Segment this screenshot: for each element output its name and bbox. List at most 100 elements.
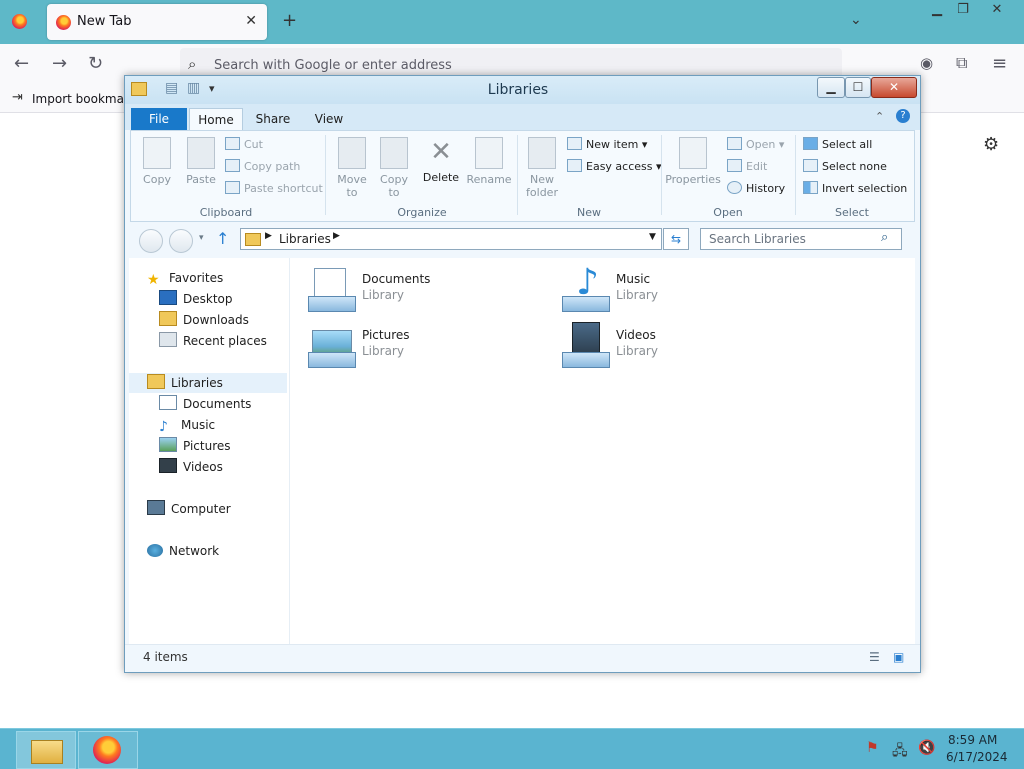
- copy-icon: [143, 137, 171, 169]
- edit-button[interactable]: Edit: [727, 157, 767, 177]
- taskbar-file-explorer[interactable]: [16, 731, 76, 769]
- nav-libraries[interactable]: Libraries: [129, 373, 287, 393]
- refresh-icon[interactable]: ⇆: [663, 228, 689, 250]
- videos-library-icon: [562, 322, 610, 370]
- invert-selection-icon: [803, 181, 818, 194]
- library-item-music[interactable]: ♪ Music Library: [562, 262, 792, 316]
- address-box[interactable]: ▶ Libraries ▶ ▼: [240, 228, 662, 250]
- up-arrow-icon[interactable]: ↑: [216, 229, 229, 248]
- library-item-pictures[interactable]: Pictures Library: [308, 322, 538, 372]
- nav-music[interactable]: ♪ Music: [129, 415, 317, 435]
- details-view-icon[interactable]: ☰: [869, 650, 880, 664]
- nav-desktop[interactable]: Desktop: [129, 289, 317, 309]
- cut-button[interactable]: Cut: [225, 135, 263, 155]
- status-bar: 4 items ☰ ▣: [125, 644, 920, 671]
- paste-button[interactable]: Paste: [181, 137, 221, 186]
- list-tabs-chevron-icon[interactable]: ⌄: [850, 12, 862, 28]
- minimize-button[interactable]: ▁: [817, 77, 845, 98]
- breadcrumb-chevron-icon[interactable]: ▶: [333, 231, 340, 241]
- collapse-ribbon-icon[interactable]: ⌃: [875, 110, 884, 123]
- nav-recent-places[interactable]: Recent places: [129, 331, 317, 351]
- gear-icon[interactable]: ⚙: [983, 134, 999, 155]
- help-icon[interactable]: ?: [896, 109, 910, 123]
- nav-network[interactable]: Network: [129, 541, 305, 561]
- action-center-flag-icon[interactable]: ⚑: [866, 740, 879, 756]
- browser-tab[interactable]: New Tab ✕: [47, 4, 267, 40]
- firefox-icon: [93, 736, 121, 764]
- window-title: Libraries: [487, 82, 549, 98]
- file-explorer-icon: [31, 740, 63, 764]
- tab-share[interactable]: Share: [247, 108, 299, 130]
- clock-date[interactable]: 6/17/2024: [946, 750, 1008, 764]
- open-button[interactable]: Open ▾: [727, 135, 784, 155]
- tab-file[interactable]: File: [131, 108, 187, 130]
- pocket-icon[interactable]: ◉: [920, 54, 933, 72]
- history-button[interactable]: History: [727, 179, 785, 199]
- rename-button[interactable]: Rename: [465, 137, 513, 186]
- clipboard-group-label: Clipboard: [199, 206, 253, 219]
- new-folder-button[interactable]: New folder: [523, 137, 561, 199]
- invert-selection-button[interactable]: Invert selection: [803, 179, 907, 199]
- search-icon[interactable]: ⌕: [881, 230, 888, 245]
- ribbon-separator: [325, 135, 326, 215]
- copy-to-button[interactable]: Copy to: [375, 137, 413, 199]
- new-item-button[interactable]: New item ▾: [567, 135, 647, 155]
- desktop-icon: [159, 290, 177, 305]
- paste-shortcut-button[interactable]: Paste shortcut: [225, 179, 323, 199]
- import-bookmarks-link[interactable]: Import bookmark: [32, 92, 136, 106]
- easy-access-button[interactable]: Easy access ▾: [567, 157, 662, 177]
- firefox-menu-icon[interactable]: [12, 14, 27, 29]
- address-dropdown-icon[interactable]: ▼: [649, 232, 656, 242]
- copy-path-button[interactable]: Copy path: [225, 157, 300, 177]
- select-all-button[interactable]: Select all: [803, 135, 872, 155]
- explorer-window: ▤ ▥ ▾ Libraries ▁ ☐ ✕ File Home Share Vi…: [124, 75, 921, 673]
- nav-computer[interactable]: Computer: [129, 499, 305, 519]
- search-icon: ⌕: [188, 55, 197, 73]
- open-group-label: Open: [713, 206, 743, 219]
- select-none-button[interactable]: Select none: [803, 157, 887, 177]
- forward-button[interactable]: [169, 229, 193, 253]
- breadcrumb-chevron-icon[interactable]: ▶: [265, 231, 272, 241]
- cut-icon: [225, 137, 240, 150]
- browser-tab-bar: New Tab ✕ + ⌄ ▁ ❐ ✕: [0, 0, 1024, 44]
- library-item-videos[interactable]: Videos Library: [562, 322, 792, 372]
- maximize-button[interactable]: ☐: [845, 77, 871, 98]
- breadcrumb-libraries[interactable]: Libraries: [279, 232, 331, 246]
- nav-videos[interactable]: Videos: [129, 457, 317, 477]
- back-icon[interactable]: ←: [14, 53, 29, 74]
- delete-button[interactable]: ✕ Delete: [421, 137, 461, 184]
- nav-documents[interactable]: Documents: [129, 394, 317, 414]
- menu-icon[interactable]: ≡: [992, 53, 1007, 74]
- copy-to-icon: [380, 137, 408, 169]
- nav-pictures[interactable]: Pictures: [129, 436, 317, 456]
- network-icon: [147, 544, 163, 557]
- large-icons-view-icon[interactable]: ▣: [893, 650, 904, 664]
- tab-view[interactable]: View: [303, 108, 355, 130]
- new-folder-icon: [528, 137, 556, 169]
- search-libraries-input[interactable]: Search Libraries ⌕: [700, 228, 902, 250]
- forward-icon[interactable]: →: [52, 53, 67, 74]
- documents-library-icon: [308, 266, 356, 314]
- restore-browser-button[interactable]: ❐: [946, 0, 980, 20]
- library-item-documents[interactable]: Documents Library: [308, 266, 538, 316]
- properties-button[interactable]: Properties: [665, 137, 721, 186]
- network-status-icon[interactable]: 🖧: [892, 740, 908, 764]
- videos-icon: [159, 458, 177, 473]
- taskbar-firefox[interactable]: [78, 731, 138, 769]
- move-to-icon: [338, 137, 366, 169]
- extensions-icon[interactable]: ⧉: [956, 53, 967, 73]
- nav-favorites[interactable]: ★ Favorites: [129, 268, 305, 288]
- volume-muted-icon[interactable]: 🔇: [918, 740, 935, 756]
- close-button[interactable]: ✕: [871, 77, 917, 98]
- nav-downloads[interactable]: Downloads: [129, 310, 317, 330]
- new-tab-plus-icon[interactable]: +: [282, 10, 297, 31]
- close-tab-icon[interactable]: ✕: [245, 13, 257, 29]
- recent-locations-icon[interactable]: ▾: [199, 233, 204, 243]
- close-browser-button[interactable]: ✕: [980, 0, 1014, 20]
- clock-time[interactable]: 8:59 AM: [948, 733, 997, 747]
- move-to-button[interactable]: Move to: [333, 137, 371, 199]
- copy-button[interactable]: Copy: [139, 137, 175, 186]
- tab-home[interactable]: Home: [189, 108, 243, 131]
- reload-icon[interactable]: ↻: [88, 53, 103, 74]
- back-button[interactable]: [139, 229, 163, 253]
